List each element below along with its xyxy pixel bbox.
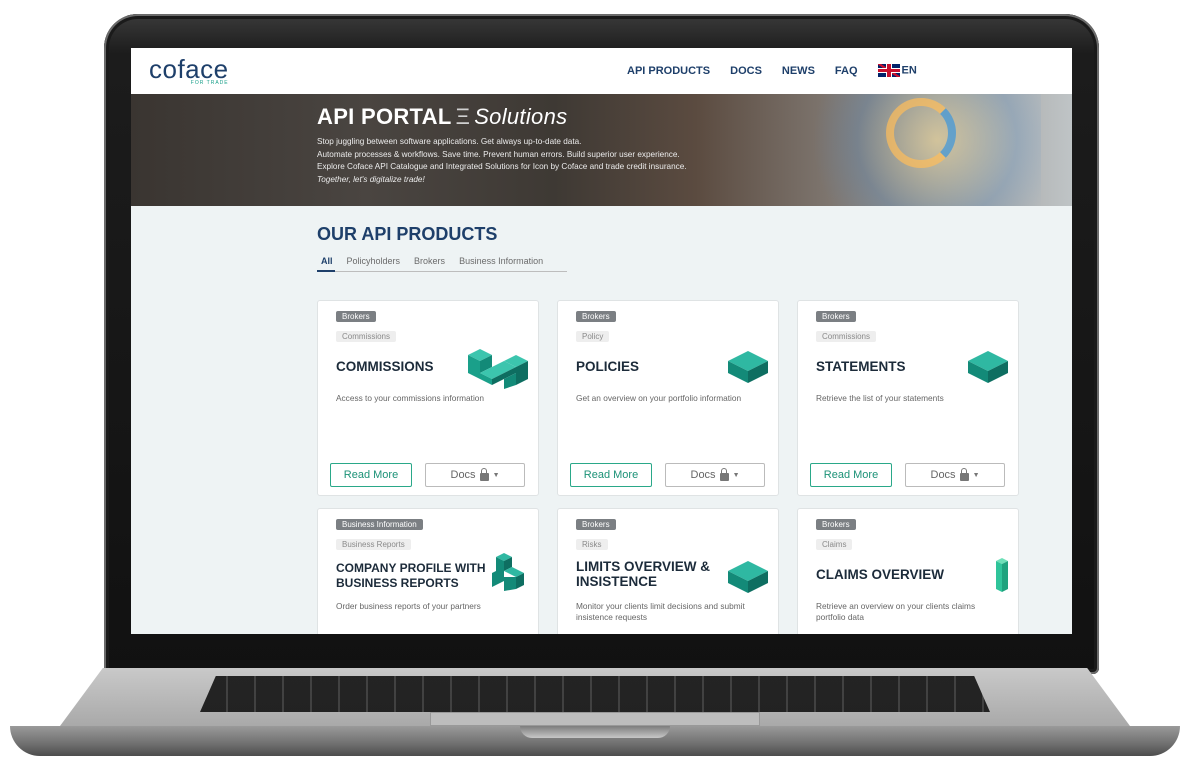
product-card-statements: Brokers Commissions STATEMENTS Retrieve … <box>797 300 1019 496</box>
nav-faq[interactable]: FAQ <box>835 65 858 77</box>
product-card-claims-overview: Brokers Claims CLAIMS OVERVIEW Retrieve … <box>797 508 1019 634</box>
coface-logo[interactable]: coface FOR TRADE <box>149 56 229 86</box>
cube-icon <box>726 349 770 385</box>
hero-banner: API PORTAL Ξ Solutions Stop juggling betwe… <box>131 94 1072 206</box>
card-title: COMMISSIONS <box>336 359 434 374</box>
card-description: Monitor your clients limit decisions and… <box>576 601 745 622</box>
caret-down-icon: ▼ <box>732 471 740 479</box>
docs-dropdown-button[interactable]: Docs ▼ <box>905 463 1005 487</box>
nav-news[interactable]: NEWS <box>782 65 815 77</box>
subcategory-badge: Policy <box>576 331 610 342</box>
subcategory-badge: Business Reports <box>336 539 411 550</box>
top-navbar: coface FOR TRADE API PRODUCTS DOCS NEWS … <box>131 48 1072 94</box>
filter-tabs: All Policyholders Brokers Business Infor… <box>317 254 567 272</box>
subcategory-badge: Commissions <box>336 331 397 342</box>
docs-label: Docs <box>930 469 956 481</box>
cube-icon <box>966 349 1010 385</box>
card-title: STATEMENTS <box>816 359 906 374</box>
caret-down-icon: ▼ <box>492 471 500 479</box>
hero-title: API PORTAL Ξ Solutions <box>317 104 567 130</box>
trackpad <box>430 712 760 726</box>
laptop-base <box>0 668 1190 764</box>
filter-tab-business-information[interactable]: Business Information <box>455 254 545 271</box>
language-selector[interactable]: EN <box>877 64 917 77</box>
double-cube-icon <box>466 347 530 389</box>
lock-icon <box>719 467 729 481</box>
card-description: Order business reports of your partners <box>336 601 481 611</box>
category-badge: Brokers <box>576 519 616 530</box>
card-description: Access to your commissions information <box>336 393 485 403</box>
filter-tab-all[interactable]: All <box>317 254 335 272</box>
pillar-icon <box>994 557 1010 593</box>
nav-docs[interactable]: DOCS <box>730 65 762 77</box>
read-more-button[interactable]: Read More <box>810 463 892 487</box>
hero-title-main: API PORTAL <box>317 104 452 129</box>
nav-api-products[interactable]: API PRODUCTS <box>627 65 710 77</box>
lock-icon <box>479 467 489 481</box>
category-badge: Brokers <box>816 519 856 530</box>
card-title-line: POLICIES <box>576 359 640 374</box>
language-label: EN <box>901 64 917 77</box>
nav-menu: API PRODUCTS DOCS NEWS FAQ EN <box>627 64 917 77</box>
laptop-notch <box>520 726 670 738</box>
product-card-company-profile: Business Information Business Reports CO… <box>317 508 539 634</box>
hero-title-separator: Ξ <box>455 104 471 129</box>
card-title: CLAIMS OVERVIEW <box>816 567 944 582</box>
keyboard <box>200 676 990 712</box>
caret-down-icon: ▼ <box>972 471 980 479</box>
hero-line: Stop juggling between software applicati… <box>317 137 582 146</box>
hero-tagline: Together, let's digitalize trade! <box>317 174 425 184</box>
category-badge: Business Information <box>336 519 423 530</box>
browser-viewport: coface FOR TRADE API PRODUCTS DOCS NEWS … <box>131 48 1072 634</box>
card-title: POLICIES <box>576 359 639 374</box>
card-title-line: INSISTENCE <box>576 574 658 589</box>
uk-flag-icon <box>877 64 900 77</box>
hero-line: Explore Coface API Catalogue and Integra… <box>317 162 687 171</box>
read-more-button[interactable]: Read More <box>570 463 652 487</box>
card-title-line: COMMISSIONS <box>336 359 434 374</box>
product-card-policies: Brokers Policy POLICIES Get an overview … <box>557 300 779 496</box>
card-title-line: BUSINESS REPORTS <box>336 576 459 590</box>
hero-description: Stop juggling between software applicati… <box>317 136 687 186</box>
docs-dropdown-button[interactable]: Docs ▼ <box>425 463 525 487</box>
filter-tab-brokers[interactable]: Brokers <box>410 254 447 271</box>
category-badge: Brokers <box>816 311 856 322</box>
docs-label: Docs <box>690 469 716 481</box>
cube-icon <box>726 559 770 595</box>
card-description: Get an overview on your portfolio inform… <box>576 393 742 403</box>
read-more-button[interactable]: Read More <box>330 463 412 487</box>
card-description: Retrieve an overview on your clients cla… <box>816 601 976 622</box>
subcategory-badge: Risks <box>576 539 608 550</box>
section-title: OUR API PRODUCTS <box>317 224 498 244</box>
product-card-commissions: Brokers Commissions COMMISSIONS Access t… <box>317 300 539 496</box>
card-title: COMPANY PROFILE WITH BUSINESS REPORTS <box>336 561 486 591</box>
docs-dropdown-button[interactable]: Docs ▼ <box>665 463 765 487</box>
category-badge: Brokers <box>576 311 616 322</box>
product-card-limits-overview: Brokers Risks LIMITS OVERVIEW & INSISTEN… <box>557 508 779 634</box>
hero-title-solutions: Solutions <box>474 104 568 129</box>
subcategory-badge: Claims <box>816 539 853 550</box>
card-title-line: CLAIMS OVERVIEW <box>816 567 945 582</box>
card-title-line: STATEMENTS <box>816 359 906 374</box>
card-title-line: COMPANY PROFILE WITH <box>336 561 486 575</box>
card-description: Retrieve the list of your statements <box>816 393 944 403</box>
hero-hologram-ring <box>886 98 956 168</box>
filter-tab-policyholders[interactable]: Policyholders <box>343 254 403 271</box>
logo-text: coface <box>149 54 229 84</box>
lock-icon <box>959 467 969 481</box>
subcategory-badge: Commissions <box>816 331 877 342</box>
hero-line: Automate processes & workflows. Save tim… <box>317 149 680 159</box>
stairs-icon <box>488 553 528 593</box>
category-badge: Brokers <box>336 311 376 322</box>
card-title: LIMITS OVERVIEW & INSISTENCE <box>576 559 710 589</box>
card-title-line: LIMITS OVERVIEW & <box>576 559 711 574</box>
docs-label: Docs <box>450 469 476 481</box>
